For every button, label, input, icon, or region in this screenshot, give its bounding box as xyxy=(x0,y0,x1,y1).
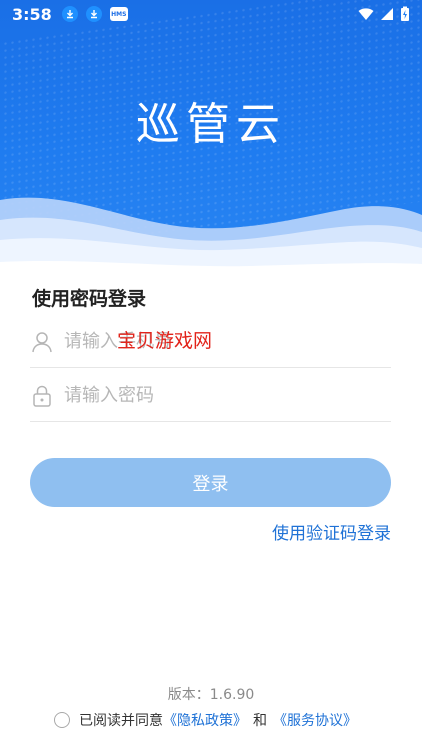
password-input[interactable] xyxy=(64,375,391,416)
banner-wave-decoration xyxy=(0,197,422,280)
login-button[interactable]: 登录 xyxy=(30,458,391,507)
hms-icon: HMS xyxy=(109,7,128,21)
lock-icon xyxy=(33,385,51,407)
download-icon xyxy=(85,6,102,22)
sms-login-link[interactable]: 使用验证码登录 xyxy=(272,519,391,544)
app-title: 巡管云 xyxy=(136,99,286,150)
privacy-policy-link[interactable]: 《隐私政策》 xyxy=(163,710,247,730)
service-agreement-link[interactable]: 《服务协议》 xyxy=(273,710,357,730)
status-right-icons xyxy=(358,6,410,22)
user-icon xyxy=(32,331,52,352)
wifi-icon xyxy=(358,8,374,20)
status-time: 3:58 xyxy=(12,4,52,24)
app-version: 版本：1.6.90 xyxy=(167,687,255,703)
agree-checkbox[interactable] xyxy=(54,712,70,728)
battery-charging-icon xyxy=(401,6,409,21)
agree-prefix-text: 已阅读并同意 xyxy=(79,713,163,729)
password-field[interactable] xyxy=(30,370,391,422)
status-bar: 3:58 HMS xyxy=(0,0,422,28)
phone-input[interactable] xyxy=(64,321,391,362)
login-heading: 使用密码登录 xyxy=(32,288,147,310)
download-icon xyxy=(61,6,78,22)
phone-field[interactable] xyxy=(30,316,391,368)
agree-and-text: 和 xyxy=(253,713,267,729)
agreement-row: 已阅读并同意 《隐私政策》 和 《服务协议》 xyxy=(54,710,357,730)
signal-icon xyxy=(381,8,393,20)
header-banner: 3:58 HMS 巡管云 xyxy=(0,0,422,280)
